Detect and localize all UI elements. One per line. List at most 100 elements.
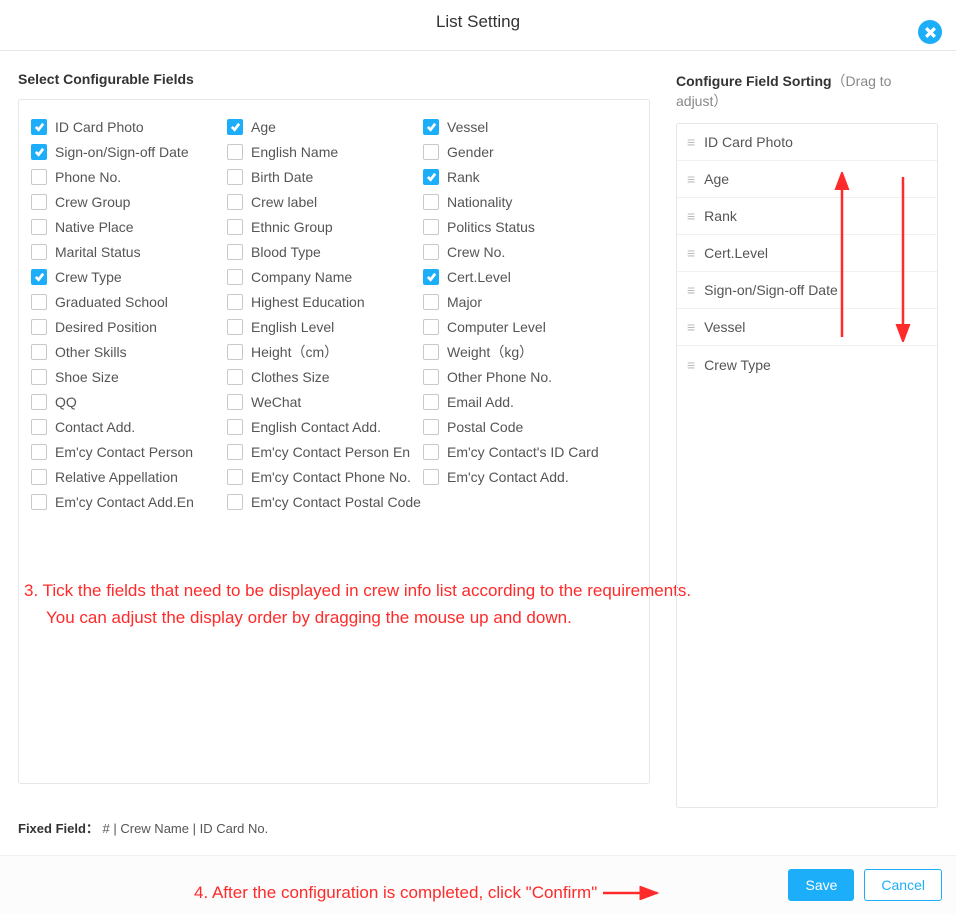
sort-item[interactable]: ≡Vessel	[677, 309, 937, 346]
checkbox[interactable]	[227, 144, 243, 160]
field-checkbox-row[interactable]: Contact Add.	[31, 414, 227, 439]
checkbox[interactable]	[227, 244, 243, 260]
checkbox[interactable]	[31, 469, 47, 485]
checkbox[interactable]	[227, 469, 243, 485]
checkbox[interactable]	[423, 269, 439, 285]
checkbox[interactable]	[227, 219, 243, 235]
checkbox[interactable]	[423, 294, 439, 310]
checkbox[interactable]	[31, 169, 47, 185]
field-checkbox-row[interactable]: Em'cy Contact Phone No.	[227, 464, 423, 489]
field-checkbox-row[interactable]: Politics Status	[423, 214, 619, 239]
checkbox[interactable]	[227, 294, 243, 310]
checkbox[interactable]	[227, 369, 243, 385]
field-checkbox-row[interactable]: Em'cy Contact's ID Card	[423, 439, 619, 464]
field-checkbox-row[interactable]: WeChat	[227, 389, 423, 414]
field-checkbox-row[interactable]: Vessel	[423, 114, 619, 139]
checkbox[interactable]	[31, 319, 47, 335]
checkbox[interactable]	[227, 419, 243, 435]
field-checkbox-row[interactable]: Phone No.	[31, 164, 227, 189]
field-checkbox-row[interactable]: Marital Status	[31, 239, 227, 264]
field-checkbox-row[interactable]: Em'cy Contact Add.	[423, 464, 619, 489]
checkbox[interactable]	[31, 369, 47, 385]
checkbox[interactable]	[227, 194, 243, 210]
field-checkbox-row[interactable]: Crew Type	[31, 264, 227, 289]
field-checkbox-row[interactable]: ID Card Photo	[31, 114, 227, 139]
field-checkbox-row[interactable]: Graduated School	[31, 289, 227, 314]
field-checkbox-row[interactable]: Native Place	[31, 214, 227, 239]
field-checkbox-row[interactable]: Em'cy Contact Postal Code	[227, 489, 423, 514]
sort-item[interactable]: ≡ID Card Photo	[677, 124, 937, 161]
sort-item[interactable]: ≡Age	[677, 161, 937, 198]
checkbox[interactable]	[31, 119, 47, 135]
checkbox[interactable]	[31, 394, 47, 410]
field-checkbox-row[interactable]: Crew Group	[31, 189, 227, 214]
field-checkbox-row[interactable]: Major	[423, 289, 619, 314]
checkbox[interactable]	[227, 169, 243, 185]
checkbox[interactable]	[227, 319, 243, 335]
checkbox[interactable]	[31, 219, 47, 235]
field-checkbox-row[interactable]: Gender	[423, 139, 619, 164]
checkbox[interactable]	[423, 244, 439, 260]
field-checkbox-row[interactable]: English Name	[227, 139, 423, 164]
checkbox[interactable]	[31, 244, 47, 260]
sort-item[interactable]: ≡Sign-on/Sign-off Date	[677, 272, 937, 309]
field-checkbox-row[interactable]: Other Skills	[31, 339, 227, 364]
checkbox[interactable]	[227, 494, 243, 510]
field-checkbox-row[interactable]: English Contact Add.	[227, 414, 423, 439]
field-checkbox-row[interactable]: Blood Type	[227, 239, 423, 264]
field-checkbox-row[interactable]: QQ	[31, 389, 227, 414]
field-checkbox-row[interactable]: Computer Level	[423, 314, 619, 339]
close-button[interactable]	[918, 20, 942, 44]
checkbox[interactable]	[423, 419, 439, 435]
field-checkbox-row[interactable]: Age	[227, 114, 423, 139]
field-checkbox-row[interactable]: Em'cy Contact Person	[31, 439, 227, 464]
field-checkbox-row[interactable]: Nationality	[423, 189, 619, 214]
field-checkbox-row[interactable]: Em'cy Contact Add.En	[31, 489, 227, 514]
cancel-button[interactable]: Cancel	[864, 869, 942, 901]
checkbox[interactable]	[423, 344, 439, 360]
checkbox[interactable]	[423, 469, 439, 485]
checkbox[interactable]	[423, 144, 439, 160]
field-checkbox-row[interactable]: Weight（kg）	[423, 339, 619, 364]
checkbox[interactable]	[227, 444, 243, 460]
field-checkbox-row[interactable]: Crew No.	[423, 239, 619, 264]
checkbox[interactable]	[423, 444, 439, 460]
save-button[interactable]: Save	[788, 869, 854, 901]
checkbox[interactable]	[227, 269, 243, 285]
field-checkbox-row[interactable]: Email Add.	[423, 389, 619, 414]
checkbox[interactable]	[423, 119, 439, 135]
field-checkbox-row[interactable]: Crew label	[227, 189, 423, 214]
field-checkbox-row[interactable]: Clothes Size	[227, 364, 423, 389]
checkbox[interactable]	[31, 419, 47, 435]
checkbox[interactable]	[423, 194, 439, 210]
field-checkbox-row[interactable]: Shoe Size	[31, 364, 227, 389]
field-checkbox-row[interactable]: Birth Date	[227, 164, 423, 189]
field-checkbox-row[interactable]: Relative Appellation	[31, 464, 227, 489]
checkbox[interactable]	[227, 119, 243, 135]
field-checkbox-row[interactable]: Postal Code	[423, 414, 619, 439]
field-checkbox-row[interactable]: Height（cm）	[227, 339, 423, 364]
checkbox[interactable]	[31, 269, 47, 285]
checkbox[interactable]	[227, 394, 243, 410]
checkbox[interactable]	[423, 319, 439, 335]
field-checkbox-row[interactable]: Ethnic Group	[227, 214, 423, 239]
checkbox[interactable]	[423, 169, 439, 185]
sort-item[interactable]: ≡Rank	[677, 198, 937, 235]
field-checkbox-row[interactable]: Sign-on/Sign-off Date	[31, 139, 227, 164]
checkbox[interactable]	[31, 344, 47, 360]
checkbox[interactable]	[31, 494, 47, 510]
checkbox[interactable]	[31, 194, 47, 210]
checkbox[interactable]	[423, 394, 439, 410]
sort-item[interactable]: ≡Cert.Level	[677, 235, 937, 272]
field-checkbox-row[interactable]: Rank	[423, 164, 619, 189]
checkbox[interactable]	[31, 144, 47, 160]
field-checkbox-row[interactable]: Company Name	[227, 264, 423, 289]
field-checkbox-row[interactable]: Cert.Level	[423, 264, 619, 289]
checkbox[interactable]	[423, 369, 439, 385]
field-checkbox-row[interactable]: English Level	[227, 314, 423, 339]
checkbox[interactable]	[31, 444, 47, 460]
checkbox[interactable]	[31, 294, 47, 310]
sort-item[interactable]: ≡Crew Type	[677, 346, 937, 383]
field-checkbox-row[interactable]: Highest Education	[227, 289, 423, 314]
field-checkbox-row[interactable]: Em'cy Contact Person En	[227, 439, 423, 464]
